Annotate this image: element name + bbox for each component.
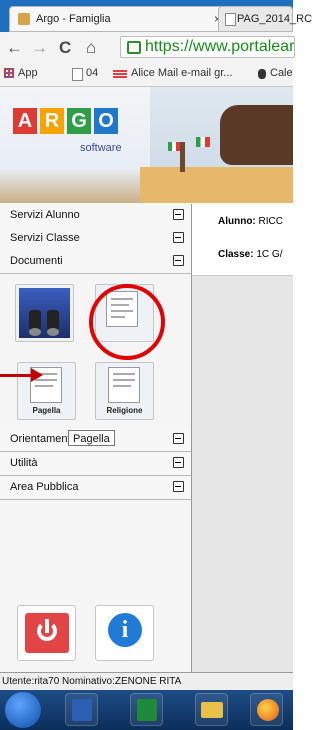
bookmarks-bar: App 04 Alice Mail e-mail gr... Cale [0, 62, 293, 87]
classe-value: 1C G/ [256, 249, 283, 260]
lock-icon [127, 41, 141, 54]
menu-servizi-alunno[interactable]: Servizi Alunno [0, 204, 191, 228]
menu-label: Orientamento [10, 433, 77, 445]
app-header: A R G O software [0, 87, 293, 203]
alice-mail-icon [113, 70, 127, 78]
bookmark-alice-mail[interactable]: Alice Mail e-mail gr... [131, 67, 232, 79]
header-illustration-desk [140, 167, 293, 203]
apps-grid-icon[interactable] [4, 68, 14, 78]
tab-title: Argo - Famiglia [36, 13, 111, 25]
folder-icon[interactable] [195, 693, 228, 726]
logo-letter-g: G [67, 108, 91, 134]
tab-pag-2014[interactable]: PAG_2014_RC [218, 6, 312, 32]
pagella-caption: Pagella [32, 406, 61, 415]
argo-tab-icon [18, 13, 30, 25]
red-arrow-head [31, 368, 43, 382]
power-icon [25, 613, 69, 653]
italian-flag-icon [168, 142, 180, 151]
url-field[interactable]: https://www.portalear [120, 36, 295, 58]
logo-letter-o: O [94, 108, 118, 134]
logo-letter-a: A [13, 108, 37, 134]
logo-letter-r: R [40, 108, 64, 134]
status-text: Utente:rita70 Nominativo:ZENONE RITA [2, 676, 182, 687]
alunno-label: Alunno: [218, 216, 256, 227]
menu-documenti[interactable]: Documenti [0, 250, 191, 274]
religione-button[interactable]: Religione [95, 362, 154, 420]
collapse-toggle-icon[interactable] [173, 481, 184, 492]
bookmark-app[interactable]: App [18, 67, 38, 79]
menu-utilita[interactable]: Utilità [0, 452, 191, 476]
forward-icon[interactable]: → [31, 38, 48, 58]
collapse-toggle-icon[interactable] [173, 232, 184, 243]
pagella-button[interactable]: Pagella [17, 362, 76, 420]
student-info-panel: Alunno: RICC Classe: 1C G/ [192, 204, 293, 276]
header-illustration-chair [220, 105, 293, 165]
collapse-toggle-icon[interactable] [173, 209, 184, 220]
menu-area-pubblica[interactable]: Area Pubblica [0, 476, 191, 500]
url-text: https://www.portalear [145, 38, 295, 55]
browser-tab-bar: Argo - Famiglia × PAG_2014_RC [0, 0, 312, 32]
alunno-value: RICC [258, 216, 283, 227]
reload-icon[interactable]: C [59, 38, 71, 58]
binoculars-icon [19, 288, 70, 338]
home-icon[interactable]: ⌂ [86, 38, 96, 58]
red-arrow-shaft [0, 374, 32, 377]
windows-taskbar [0, 690, 293, 730]
menu-label: Servizi Classe [10, 232, 80, 244]
address-bar-row: ← → C ⌂ https://www.portalear [0, 32, 295, 63]
religione-icon [108, 367, 140, 403]
bookmark-calendar[interactable]: Cale [270, 67, 293, 79]
info-button[interactable]: i [95, 605, 154, 661]
classe-label: Classe: [218, 249, 254, 260]
firefox-icon[interactable] [250, 693, 283, 726]
flag-pole [180, 142, 185, 172]
page-icon [72, 68, 83, 81]
logo-subtitle: software [80, 142, 122, 154]
excel-icon[interactable] [130, 693, 163, 726]
word-icon[interactable] [65, 693, 98, 726]
start-button-icon[interactable] [5, 692, 41, 728]
tab-title-inactive: PAG_2014_RC [237, 13, 313, 25]
menu-label: Utilità [10, 457, 38, 469]
red-highlight-circle [89, 284, 165, 360]
page-icon [225, 13, 236, 26]
back-icon[interactable]: ← [6, 38, 23, 58]
argo-logo: A R G O [13, 108, 118, 134]
collapse-toggle-icon[interactable] [173, 457, 184, 468]
classe-line: Classe: 1C G/ [218, 249, 282, 260]
collapse-toggle-icon[interactable] [173, 433, 184, 444]
status-bar: Utente:rita70 Nominativo:ZENONE RITA [0, 672, 293, 691]
religione-caption: Religione [106, 406, 143, 415]
tab-argo-famiglia[interactable]: Argo - Famiglia × [9, 6, 234, 32]
info-icon: i [108, 613, 142, 647]
menu-label: Servizi Alunno [10, 209, 80, 221]
alunno-line: Alunno: RICC [218, 216, 283, 227]
pagella-tooltip: Pagella [68, 430, 115, 446]
menu-label: Documenti [10, 255, 63, 267]
menu-label: Area Pubblica [10, 481, 79, 493]
bookmark-04[interactable]: 04 [86, 67, 98, 79]
binoculars-button[interactable] [15, 284, 74, 342]
apple-icon [258, 69, 266, 79]
italian-flag-icon [196, 137, 210, 147]
menu-servizi-classe[interactable]: Servizi Classe [0, 227, 191, 251]
logout-button[interactable] [17, 605, 76, 661]
collapse-toggle-icon[interactable] [173, 255, 184, 266]
